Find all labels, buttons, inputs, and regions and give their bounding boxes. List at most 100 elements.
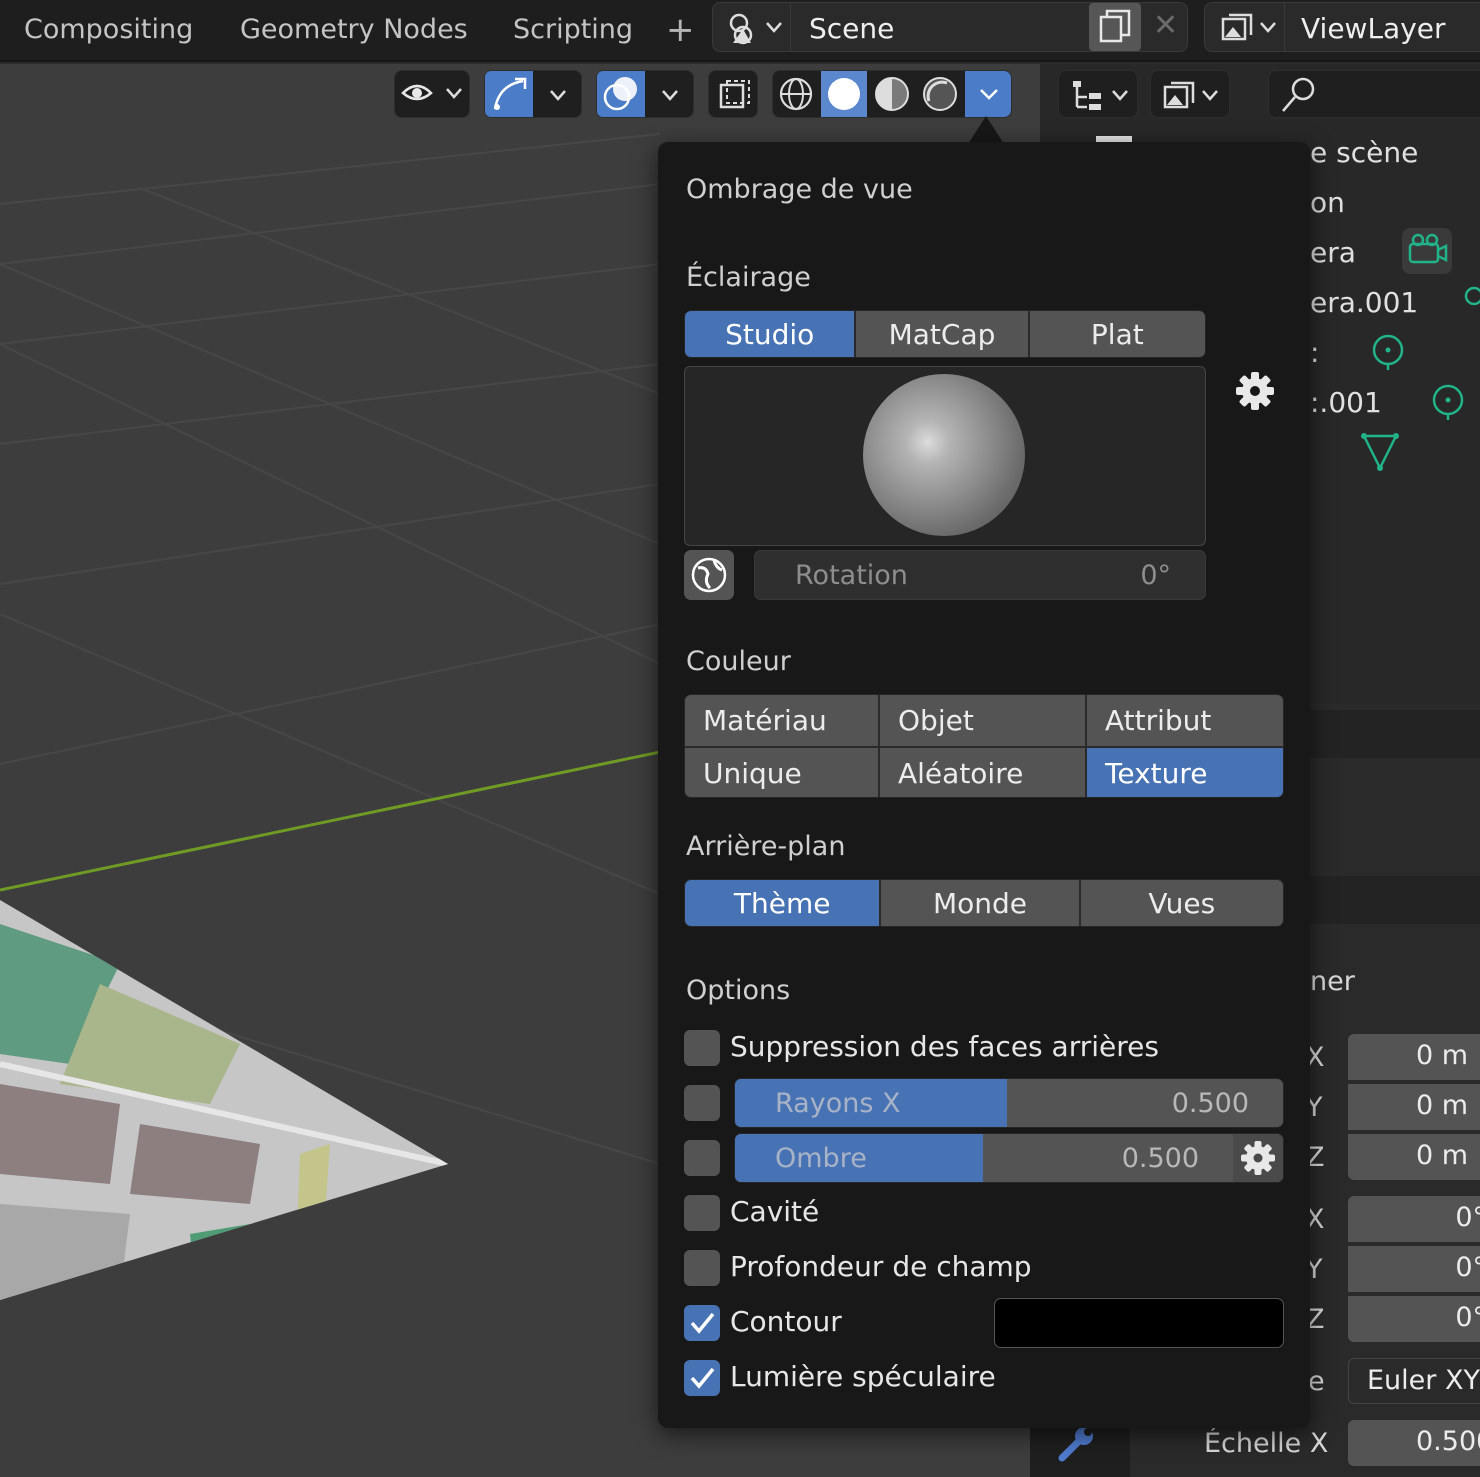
- tab-geometry-nodes[interactable]: Geometry Nodes: [240, 14, 468, 45]
- shading-rendered-button[interactable]: [917, 71, 963, 117]
- workspace-topbar: Compositing Geometry Nodes Scripting + S…: [0, 0, 1480, 62]
- color-single-button[interactable]: Unique: [685, 748, 878, 797]
- tab-scripting[interactable]: Scripting: [513, 14, 633, 45]
- scene-browse-button[interactable]: [713, 3, 791, 51]
- color-material-button[interactable]: Matériau: [685, 695, 878, 746]
- outliner-row[interactable]: era.001: [1310, 286, 1418, 319]
- outliner-row[interactable]: e scène: [1310, 136, 1418, 169]
- location-x-field[interactable]: 0 m: [1348, 1034, 1480, 1080]
- gear-icon[interactable]: [1234, 370, 1276, 412]
- popover-pointer: [968, 116, 1004, 144]
- copy-icon: [1099, 9, 1131, 43]
- outliner-tree-icon: [1073, 81, 1128, 110]
- visibility-dropdown[interactable]: [394, 70, 470, 118]
- color-texture-button[interactable]: Texture: [1087, 748, 1283, 797]
- rotation-z-field[interactable]: 0°: [1348, 1296, 1480, 1342]
- rotation-mode-label: e: [1308, 1366, 1325, 1397]
- shadow-settings-button[interactable]: [1233, 1134, 1283, 1182]
- scale-x-field[interactable]: 0.500: [1348, 1420, 1480, 1466]
- background-viewport-button[interactable]: Vues: [1080, 880, 1283, 926]
- filter-dropdown[interactable]: [1150, 70, 1230, 118]
- rotation-x-field[interactable]: 0°: [1348, 1196, 1480, 1242]
- depth-of-field-checkbox[interactable]: [684, 1250, 720, 1286]
- xray-icon: [719, 80, 750, 109]
- shadow-slider-label: Ombre: [775, 1143, 867, 1174]
- color-attribute-button[interactable]: Attribut: [1087, 695, 1283, 746]
- lighting-studio-button[interactable]: Studio: [685, 311, 857, 357]
- background-world-button[interactable]: Monde: [881, 880, 1081, 926]
- panel-header: [1300, 710, 1480, 758]
- world-space-lighting-toggle[interactable]: [684, 550, 734, 600]
- shading-material-button[interactable]: [869, 71, 915, 117]
- lighting-label: Éclairage: [686, 262, 811, 293]
- overlays-dropdown[interactable]: [596, 70, 694, 118]
- xray-checkbox[interactable]: [684, 1085, 720, 1121]
- shading-wireframe-button[interactable]: [773, 71, 819, 117]
- rotation-y-field[interactable]: 0°: [1348, 1246, 1480, 1292]
- visibility-icon: [401, 84, 462, 101]
- light-data-icon[interactable]: [1368, 332, 1408, 372]
- shading-solid-button[interactable]: [821, 71, 867, 117]
- shadow-checkbox[interactable]: [684, 1140, 720, 1176]
- shading-options-dropdown[interactable]: [965, 71, 1011, 117]
- studio-rotation-field[interactable]: Rotation 0°: [754, 550, 1206, 600]
- panel-header: [1300, 876, 1480, 924]
- lighting-flat-button[interactable]: Plat: [1029, 311, 1205, 357]
- xray-alpha-slider[interactable]: Rayons X 0.500: [734, 1078, 1284, 1128]
- options-label: Options: [686, 975, 791, 1006]
- cavity-checkbox[interactable]: [684, 1195, 720, 1231]
- camera-data-icon[interactable]: [1400, 226, 1456, 276]
- backface-culling-checkbox[interactable]: [684, 1030, 720, 1066]
- outline-label[interactable]: Contour: [730, 1305, 842, 1338]
- cavity-label[interactable]: Cavité: [730, 1195, 819, 1228]
- tab-compositing[interactable]: Compositing: [24, 14, 193, 45]
- depth-of-field-label[interactable]: Profondeur de champ: [730, 1250, 1032, 1283]
- color-object-button[interactable]: Objet: [880, 695, 1085, 746]
- outliner-row[interactable]: era: [1310, 236, 1356, 269]
- outliner-row[interactable]: :: [1310, 336, 1319, 369]
- gear-icon: [1241, 1141, 1275, 1175]
- lighting-selector: Studio MatCap Plat: [684, 310, 1206, 358]
- specular-label[interactable]: Lumière spéculaire: [730, 1360, 996, 1393]
- camera-data-icon[interactable]: [1460, 282, 1480, 322]
- xray-slider-value: 0.500: [1171, 1088, 1249, 1119]
- location-z-field[interactable]: 0 m: [1348, 1134, 1480, 1180]
- outline-checkbox[interactable]: [684, 1305, 720, 1341]
- image-stack-icon: [1163, 81, 1218, 109]
- rotation-mode-dropdown[interactable]: Euler XYZ: [1348, 1358, 1480, 1404]
- outliner-search-field[interactable]: [1268, 70, 1480, 118]
- color-selector: Matériau Objet Attribut Unique Aléatoire…: [684, 694, 1284, 798]
- color-random-button[interactable]: Aléatoire: [880, 748, 1085, 797]
- shading-mode-group: [772, 70, 1012, 118]
- mesh-data-icon[interactable]: [1358, 430, 1402, 474]
- checkmark-icon: [690, 1367, 715, 1389]
- background-theme-button[interactable]: Thème: [685, 880, 882, 926]
- display-mode-dropdown[interactable]: [1058, 70, 1138, 118]
- light-data-icon[interactable]: [1428, 382, 1468, 422]
- delete-scene-button[interactable]: ✕: [1153, 8, 1178, 43]
- specular-checkbox[interactable]: [684, 1360, 720, 1396]
- gizmo-dropdown[interactable]: [484, 70, 582, 118]
- view-layer-selector: ViewLayer: [1204, 2, 1480, 52]
- background-selector: Thème Monde Vues: [684, 879, 1284, 927]
- outline-color-swatch[interactable]: [994, 1298, 1284, 1348]
- rotation-label: Rotation: [795, 560, 908, 591]
- chevron-down-icon: [550, 90, 566, 101]
- add-workspace-button[interactable]: +: [666, 10, 695, 50]
- shadow-intensity-slider[interactable]: Ombre 0.500: [734, 1133, 1284, 1183]
- view-layer-browse-button[interactable]: [1205, 3, 1285, 51]
- scale-x-label: Échelle X: [1204, 1428, 1329, 1459]
- location-y-field[interactable]: 0 m: [1348, 1084, 1480, 1130]
- search-icon: [1282, 77, 1315, 112]
- xray-toggle[interactable]: [708, 70, 758, 118]
- view-layer-name-field[interactable]: ViewLayer: [1301, 12, 1446, 45]
- solid-icon: [828, 78, 860, 110]
- outliner-row[interactable]: :.001: [1310, 386, 1382, 419]
- lighting-matcap-button[interactable]: MatCap: [856, 311, 1030, 357]
- scene-icon: [729, 13, 782, 45]
- scene-name-field[interactable]: Scene: [809, 12, 894, 45]
- backface-culling-label[interactable]: Suppression des faces arrières: [730, 1030, 1159, 1063]
- color-label: Couleur: [686, 646, 791, 677]
- outliner-row[interactable]: on: [1310, 186, 1345, 219]
- new-scene-button[interactable]: [1089, 3, 1141, 51]
